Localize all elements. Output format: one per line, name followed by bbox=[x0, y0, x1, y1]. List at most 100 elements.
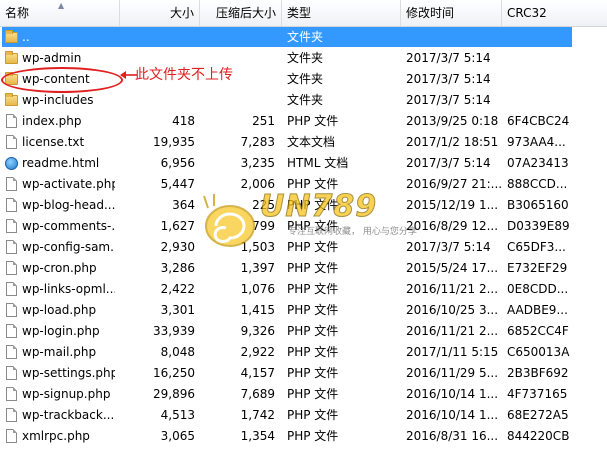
file-size: 2,422 bbox=[160, 282, 195, 296]
file-packed-size: 1,742 bbox=[240, 408, 275, 422]
file-modified: 2017/1/2 18:51 bbox=[406, 135, 499, 149]
file-type: PHP 文件 bbox=[287, 429, 339, 443]
file-type: PHP 文件 bbox=[287, 366, 339, 380]
file-packed-size: 1,076 bbox=[240, 282, 275, 296]
file-crc: AADBE9... bbox=[507, 303, 568, 317]
file-name: wp-includes bbox=[22, 93, 94, 107]
file-modified: 2017/3/7 5:14 bbox=[406, 51, 491, 65]
table-row[interactable]: wp-includes 文件夹 2017/3/7 5:14 bbox=[0, 90, 607, 111]
column-packed-size[interactable]: 压缩后大小 bbox=[200, 0, 282, 26]
table-row[interactable]: wp-load.php 3,301 1,415 PHP 文件 2016/10/25 3.… bbox=[0, 300, 607, 321]
table-row[interactable]: index.php 418 251 PHP 文件 2013/9/25 0:18 6F4CB… bbox=[0, 111, 607, 132]
file-crc bbox=[507, 90, 605, 111]
table-row[interactable]: wp-mail.php 8,048 2,922 PHP 文件 2017/1/11 5:1… bbox=[0, 342, 607, 363]
file-modified: 2016/8/31 16... bbox=[406, 429, 499, 443]
snail-logo-icon bbox=[203, 194, 255, 247]
file-icon bbox=[6, 177, 17, 191]
folder-icon bbox=[5, 51, 18, 64]
file-type: PHP 文件 bbox=[287, 324, 339, 338]
file-type: 文件夹 bbox=[287, 30, 324, 44]
column-packed-label: 压缩后大小 bbox=[215, 6, 276, 20]
file-size: 4,513 bbox=[160, 408, 195, 422]
table-row[interactable]: wp-admin 文件夹 2017/3/7 5:14 bbox=[0, 48, 607, 69]
file-name: wp-links-opml... bbox=[22, 282, 115, 296]
file-icon bbox=[6, 135, 17, 149]
column-name[interactable]: 名称 ▲ bbox=[0, 0, 120, 26]
file-crc bbox=[507, 27, 605, 48]
file-icon bbox=[6, 408, 17, 422]
file-type: PHP 文件 bbox=[287, 387, 339, 401]
file-crc: 0E8CDD... bbox=[507, 282, 569, 296]
table-row[interactable]: wp-trackback.... 4,513 1,742 PHP 文件 2016/10/… bbox=[0, 405, 607, 426]
file-size: 8,048 bbox=[160, 345, 195, 359]
table-row[interactable]: readme.html 6,956 3,235 HTML 文档 2017/3/7 5:1… bbox=[0, 153, 607, 174]
file-crc: 68E272A5 bbox=[507, 408, 569, 422]
column-header: 名称 ▲ 大小 压缩后大小 类型 修改时间 CRC32 bbox=[0, 0, 607, 27]
file-name: wp-activate.php bbox=[22, 177, 115, 191]
column-type[interactable]: 类型 bbox=[282, 0, 401, 26]
file-size: 19,935 bbox=[153, 135, 195, 149]
file-crc: 6852CC4F bbox=[507, 324, 569, 338]
file-modified: 2013/9/25 0:18 bbox=[406, 114, 499, 128]
file-size: 29,896 bbox=[153, 387, 195, 401]
file-name: readme.html bbox=[22, 156, 100, 170]
file-crc: E732EF29 bbox=[507, 261, 568, 275]
file-crc: 07A23413 bbox=[507, 156, 569, 170]
file-modified: 2016/10/25 3... bbox=[406, 303, 499, 317]
file-type: 文件夹 bbox=[287, 51, 324, 65]
file-name: wp-settings.php bbox=[22, 366, 115, 380]
table-row[interactable]: wp-cron.php 3,286 1,397 PHP 文件 2015/5/24 17.… bbox=[0, 258, 607, 279]
file-size: 1,627 bbox=[160, 219, 195, 233]
file-icon bbox=[6, 387, 17, 401]
file-size: 364 bbox=[172, 198, 195, 212]
folder-icon bbox=[5, 93, 18, 106]
file-icon bbox=[6, 114, 17, 128]
table-row[interactable]: license.txt 19,935 7,283 文本文档 2017/1/2 18:51… bbox=[0, 132, 607, 153]
file-name: index.php bbox=[22, 114, 82, 128]
watermark-brand: UN789 bbox=[259, 189, 378, 224]
table-row[interactable]: wp-settings.php 16,250 4,157 PHP 文件 2016/11/… bbox=[0, 363, 607, 384]
column-type-label: 类型 bbox=[287, 6, 312, 20]
table-row[interactable]: xmlrpc.php 3,065 1,354 PHP 文件 2016/8/31 16..… bbox=[0, 426, 607, 447]
file-icon bbox=[6, 240, 17, 254]
file-name: wp-cron.php bbox=[22, 261, 97, 275]
file-name: wp-config-sam... bbox=[22, 240, 115, 254]
annotation-text: 此文件夹不上传 bbox=[135, 67, 233, 83]
file-crc: B3065160 bbox=[507, 198, 569, 212]
column-modified[interactable]: 修改时间 bbox=[401, 0, 502, 26]
column-size[interactable]: 大小 bbox=[120, 0, 200, 26]
file-crc bbox=[507, 48, 605, 69]
file-type: PHP 文件 bbox=[287, 282, 339, 296]
file-crc: 844220CB bbox=[507, 429, 570, 443]
file-name: .. bbox=[22, 30, 30, 44]
file-modified: 2016/11/21 2... bbox=[406, 324, 499, 338]
file-name: wp-comments-... bbox=[22, 219, 115, 233]
file-type: HTML 文档 bbox=[287, 156, 349, 170]
file-icon bbox=[6, 219, 17, 233]
table-row[interactable]: wp-login.php 33,939 9,326 PHP 文件 2016/11/21 … bbox=[0, 321, 607, 342]
column-crc[interactable]: CRC32 bbox=[502, 0, 607, 26]
file-crc: D0339E89 bbox=[507, 219, 570, 233]
file-icon bbox=[6, 282, 17, 296]
column-size-label: 大小 bbox=[169, 6, 194, 20]
file-name: wp-load.php bbox=[22, 303, 97, 317]
file-packed-size bbox=[200, 27, 275, 48]
file-name: license.txt bbox=[22, 135, 85, 149]
file-modified: 2016/10/14 1... bbox=[406, 387, 499, 401]
file-packed-size: 2,922 bbox=[240, 345, 275, 359]
table-row[interactable]: wp-signup.php 29,896 7,689 PHP 文件 2016/10/14… bbox=[0, 384, 607, 405]
column-name-label: 名称 bbox=[5, 6, 30, 20]
file-icon bbox=[6, 303, 17, 317]
file-icon bbox=[6, 261, 17, 275]
watermark-slogan: 专注互联网收藏， 用心与您分享 bbox=[288, 227, 417, 237]
file-modified: 2017/3/7 5:14 bbox=[406, 72, 491, 86]
file-size: 33,939 bbox=[153, 324, 195, 338]
table-row[interactable]: .. 文件夹 bbox=[0, 27, 607, 48]
table-row[interactable]: wp-links-opml... 2,422 1,076 PHP 文件 2016/11/… bbox=[0, 279, 607, 300]
watermark-logo: UN789 专注互联网收藏， 用心与您分享 bbox=[196, 189, 426, 252]
file-size: 2,930 bbox=[160, 240, 195, 254]
file-icon bbox=[6, 198, 17, 212]
file-packed-size: 7,689 bbox=[240, 387, 275, 401]
file-name: wp-mail.php bbox=[22, 345, 97, 359]
file-size: 16,250 bbox=[153, 366, 195, 380]
